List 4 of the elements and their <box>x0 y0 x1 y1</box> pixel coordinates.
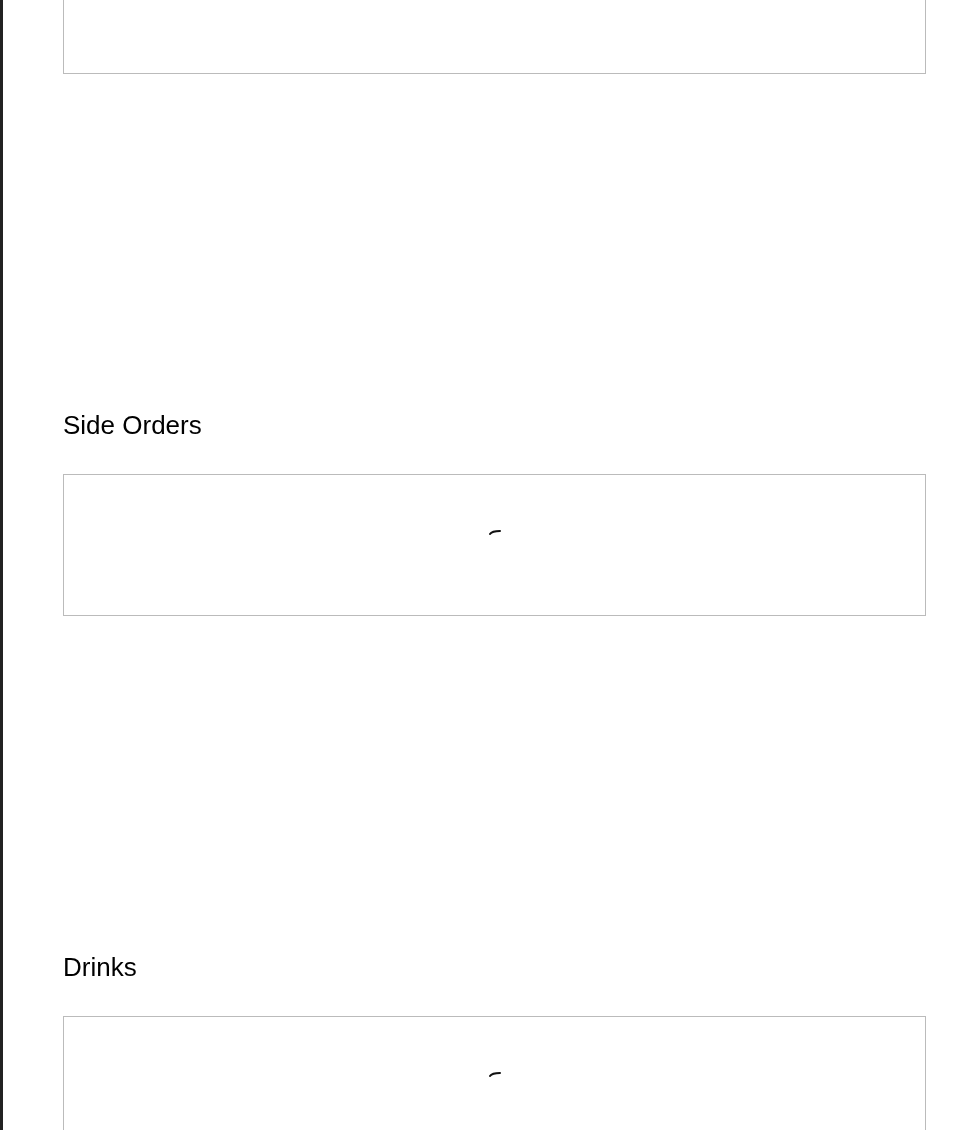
section-heading: Side Orders <box>63 410 203 440</box>
loading-spinner-icon <box>488 529 501 535</box>
section-heading: Drinks <box>63 952 138 982</box>
loading-spinner-icon <box>488 1071 501 1077</box>
